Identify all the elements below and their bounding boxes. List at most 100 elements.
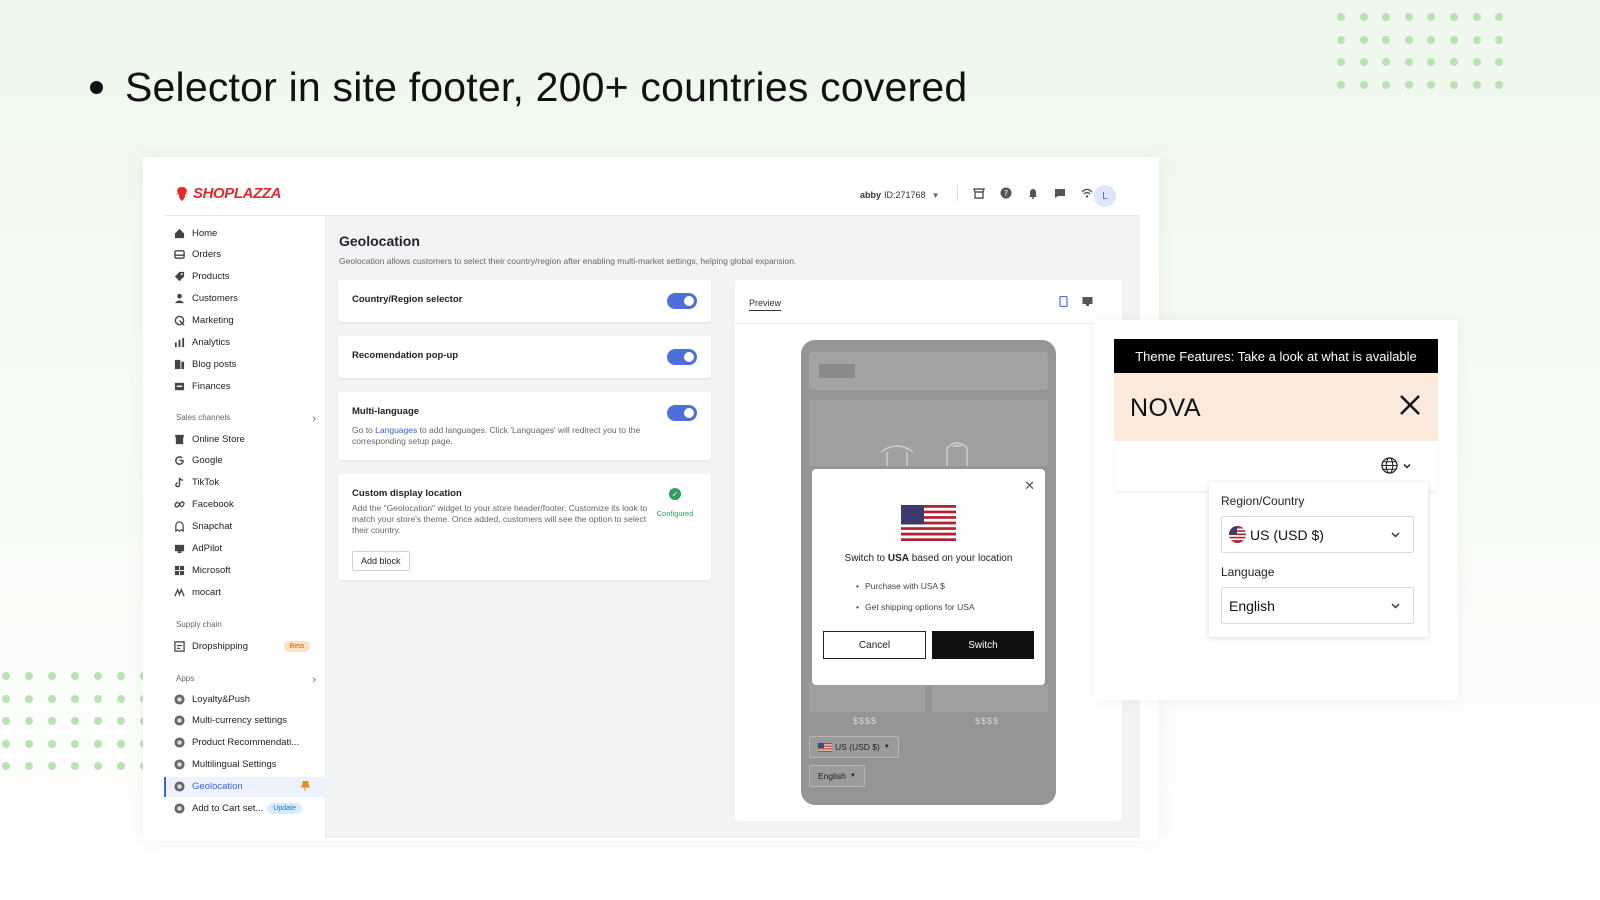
cancel-button[interactable]: Cancel [823,631,926,659]
store-icon[interactable] [972,187,985,200]
desktop-icon[interactable] [1082,296,1093,307]
sidebar-item-adpilot[interactable]: AdPilot [164,539,326,559]
preview-tab[interactable]: Preview [749,298,782,311]
sidebar-item-multi-currency-settings[interactable]: Multi-currency settings [164,711,326,731]
sidebar-item-multilingual-settings[interactable]: Multilingual Settings [164,755,326,775]
chevron-down-icon [1391,532,1400,538]
message-text: Switch to [844,553,888,564]
help-icon[interactable]: ? [999,187,1012,200]
sidebar-item-mocart[interactable]: mocart [164,582,326,602]
sidebar-item-products[interactable]: Products [164,267,326,287]
recommendation-popup-toggle[interactable] [667,349,697,365]
message-icon[interactable] [1053,187,1066,200]
sidebar-item-microsoft[interactable]: Microsoft [164,560,326,580]
decorative-dot [2,739,10,748]
configured-status: ✓ Configured [653,488,697,521]
bullet-icon [90,81,103,94]
decorative-dot [1449,13,1458,21]
popup-bullet: Get shipping options for USA [856,602,975,612]
sidebar-item-blog-posts[interactable]: Blog posts [164,354,326,374]
mock-product-tile [809,684,925,712]
sidebar-item-geolocation[interactable]: Geolocation [164,776,326,797]
apps-header[interactable]: Apps › [176,674,316,686]
account-switcher[interactable]: abby ID:271768 ▼ [860,190,939,200]
decorative-dot [1472,80,1481,89]
mock-language-select[interactable]: English ▼ [809,765,865,787]
decorative-dot [48,694,56,703]
decorative-dot [1337,13,1345,21]
mobile-icon[interactable] [1058,296,1069,307]
us-flag-icon [1229,526,1246,543]
shoplazza-logo[interactable]: SHOPLAZZA [174,185,281,202]
close-icon[interactable]: ✕ [1024,478,1035,494]
languages-link[interactable]: Languages [375,425,417,435]
decorative-dot [25,672,33,680]
locale-dropdown: Region/Country US (USD $) Language Engli… [1209,482,1428,637]
locale-trigger[interactable] [1381,457,1412,474]
avatar[interactable]: L [1094,185,1116,207]
sidebar-item-product-recommendati-[interactable]: Product Recommendati... [164,733,326,753]
sidebar-item-tiktok[interactable]: TikTok [164,473,326,493]
mocart-icon [174,587,185,598]
status-badge: Beta [283,640,310,652]
mock-currency-select[interactable]: US (USD $) ▼ [809,736,899,758]
theme-announcement-bar: Theme Features: Take a look at what is a… [1114,339,1438,373]
sales-channels-header[interactable]: Sales channels › [176,413,316,425]
wifi-icon[interactable] [1080,187,1093,200]
app-icon [174,693,185,705]
decorative-dot [94,694,102,703]
decorative-dot [71,672,79,680]
decorative-dot [1495,58,1504,66]
country-selector-toggle[interactable] [667,293,697,309]
region-select[interactable]: US (USD $) [1221,516,1414,553]
decorative-dot [48,762,56,770]
pin-icon[interactable] [300,780,311,793]
decorative-dot [1359,13,1368,21]
setting-recommendation-popup: Recomendation pop-up [338,336,711,378]
message-text: based on your location [909,553,1013,564]
sidebar-item-label: Google [192,455,223,467]
add-block-button[interactable]: Add block [352,551,410,571]
multi-language-toggle[interactable] [667,405,697,421]
sidebar-item-loyalty-push[interactable]: Loyalty&Push [164,689,326,709]
decorative-dot [71,762,79,770]
sidebar-item-orders[interactable]: Orders [164,245,326,265]
decorative-dot [2,694,10,703]
sidebar-item-finances[interactable]: Finances [164,376,326,396]
decorative-dot [94,717,102,725]
chevron-down-icon: ▼ [849,773,856,779]
currency-text: US (USD $) [835,742,880,752]
decorative-dot [94,762,102,770]
top-bar: SHOPLAZZA abby ID:271768 ▼ ? L [164,176,1140,216]
decorative-dot [25,694,33,703]
language-select[interactable]: English [1221,587,1414,624]
close-icon[interactable] [1398,393,1422,417]
sidebar-item-analytics[interactable]: Analytics [164,333,326,353]
decorative-dot [1472,58,1481,66]
sidebar-item-customers[interactable]: Customers [164,289,326,309]
preview-header: Preview [735,280,1122,324]
switch-button[interactable]: Switch [932,631,1034,659]
sidebar-item-add-to-cart-set-[interactable]: Add to Cart set... Update [164,799,326,819]
chevron-right-icon: › [312,413,316,425]
sidebar-item-marketing[interactable]: Marketing [164,311,326,331]
product-sketch-icon [880,442,968,466]
decorative-dot [1449,35,1458,44]
sidebar-item-home[interactable]: Home [164,223,326,243]
bell-icon[interactable] [1026,187,1039,200]
us-flag-icon [901,505,956,541]
sidebar-item-dropshipping[interactable]: Dropshipping Beta [164,636,326,656]
decorative-dot [1427,58,1436,66]
decorative-dot [2,762,10,770]
sidebar-item-online-store[interactable]: Online Store [164,429,326,449]
mock-price: $$$$ [975,716,1000,726]
sidebar-item-snapchat[interactable]: Snapchat [164,517,326,537]
sidebar-item-facebook[interactable]: Facebook [164,495,326,515]
app-icon [174,715,185,726]
decorative-dot [25,739,33,748]
language-label: Language [1221,565,1275,579]
decorative-dot [1382,35,1391,44]
decorative-dot [1404,13,1413,21]
sidebar-item-google[interactable]: Google [164,451,326,471]
meta-icon [174,499,185,510]
